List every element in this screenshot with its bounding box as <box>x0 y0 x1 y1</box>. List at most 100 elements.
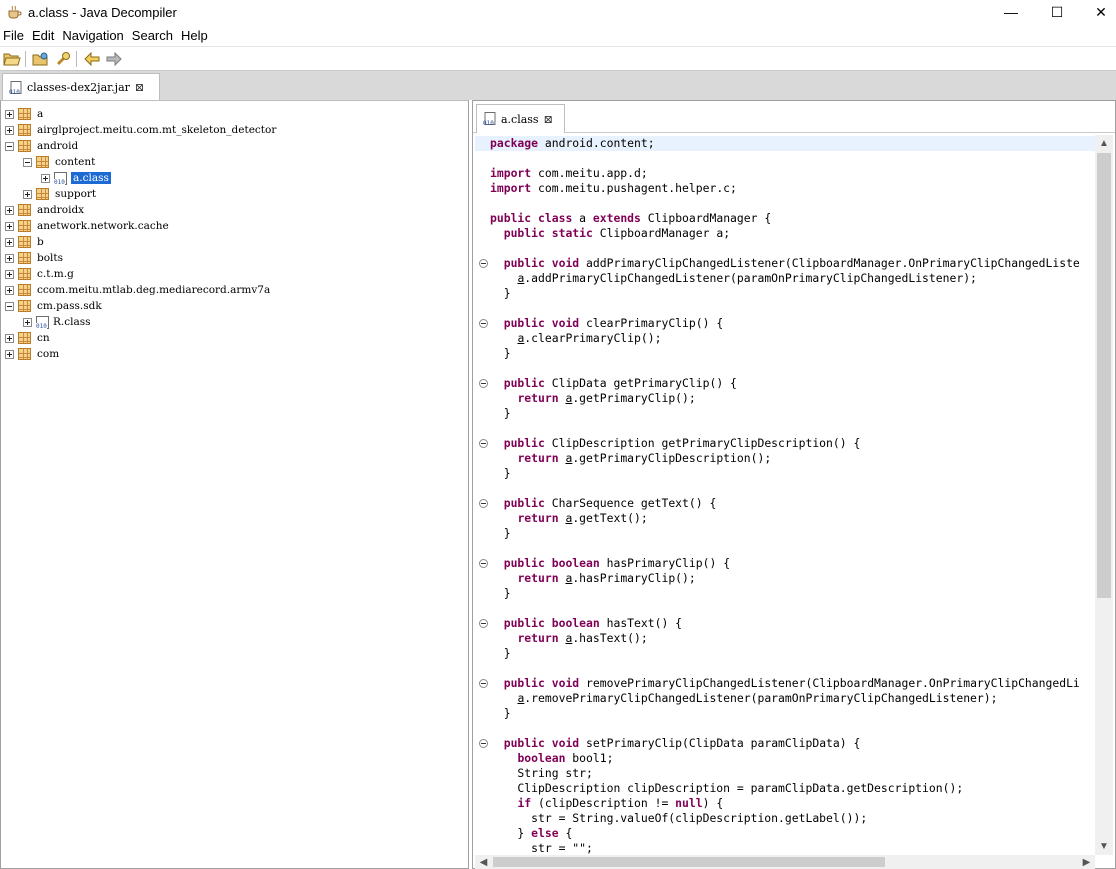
fold-collapse-icon[interactable] <box>479 259 488 268</box>
package-icon <box>18 220 31 232</box>
svg-text:010: 010 <box>483 120 494 126</box>
code-text: } <box>490 646 511 660</box>
tree-package-item[interactable]: b <box>5 234 276 250</box>
vertical-scroll-thumb[interactable] <box>1097 153 1111 598</box>
collapse-icon[interactable] <box>5 301 14 311</box>
horizontal-scroll-thumb[interactable] <box>493 857 885 867</box>
expand-icon[interactable] <box>5 221 14 231</box>
tree-package-item[interactable]: ccom.meitu.mtlab.deg.mediarecord.armv7a <box>5 282 276 298</box>
menu-help[interactable]: Help <box>177 28 212 43</box>
close-tab-icon[interactable]: ⊠ <box>135 81 144 94</box>
code-text: boolean bool1; <box>517 751 614 765</box>
tree-class-item[interactable]: R.class <box>5 314 276 330</box>
fold-collapse-icon[interactable] <box>479 679 488 688</box>
open-type-icon <box>32 52 48 65</box>
code-text: public CharSequence getText() { <box>503 496 717 510</box>
search-button[interactable] <box>53 49 73 69</box>
code-text: return a.hasText(); <box>517 631 648 645</box>
forward-button[interactable] <box>104 49 124 69</box>
fold-collapse-icon[interactable] <box>479 559 488 568</box>
tree-package-item[interactable]: cm.pass.sdk <box>5 298 276 314</box>
tree-class-item[interactable]: a.class <box>5 170 276 186</box>
vertical-scrollbar[interactable]: ▲ ▼ <box>1095 135 1113 855</box>
code-text: return a.getText(); <box>517 511 648 525</box>
expand-icon[interactable] <box>5 285 14 295</box>
tree-item-label: com <box>37 348 60 360</box>
code-line: return a.hasPrimaryClip(); <box>475 571 1095 586</box>
collapse-icon[interactable] <box>5 141 14 151</box>
fold-collapse-icon[interactable] <box>479 499 488 508</box>
expand-icon[interactable] <box>5 205 14 215</box>
open-type-button[interactable] <box>31 49 51 69</box>
tree-package-item[interactable]: com <box>5 346 276 362</box>
fold-collapse-icon[interactable] <box>479 739 488 748</box>
expand-icon[interactable] <box>5 109 14 119</box>
tree-package-item[interactable]: anetwork.network.cache <box>5 218 276 234</box>
package-icon <box>18 204 31 216</box>
collapse-icon[interactable] <box>23 157 32 167</box>
fold-collapse-icon[interactable] <box>479 319 488 328</box>
scroll-left-icon[interactable]: ◀ <box>475 855 492 869</box>
maximize-button[interactable]: ☐ <box>1034 0 1080 24</box>
tree-package-item[interactable]: androidx <box>5 202 276 218</box>
expand-icon[interactable] <box>23 317 32 327</box>
code-line: import com.meitu.app.d; <box>475 166 1095 181</box>
title-bar: a.class - Java Decompiler — ☐ ✕ <box>0 0 1116 24</box>
jar-tab[interactable]: 010 classes-dex2jar.jar ⊠ <box>2 73 160 101</box>
expand-icon[interactable] <box>5 349 14 359</box>
menu-navigation[interactable]: Navigation <box>58 28 127 43</box>
menu-search[interactable]: Search <box>128 28 177 43</box>
code-line: boolean bool1; <box>475 751 1095 766</box>
fold-collapse-icon[interactable] <box>479 439 488 448</box>
horizontal-scrollbar[interactable]: ◀ ▶ <box>475 855 1095 869</box>
tree-package-item[interactable]: airglproject.meitu.com.mt_skeleton_detec… <box>5 122 276 138</box>
back-arrow-icon <box>84 51 100 66</box>
code-text: return a.hasPrimaryClip(); <box>517 571 696 585</box>
class-file-icon: 010 <box>483 112 497 127</box>
fold-collapse-icon[interactable] <box>479 619 488 628</box>
code-line: return a.getPrimaryClip(); <box>475 391 1095 406</box>
class-file-icon <box>36 315 49 330</box>
expand-icon[interactable] <box>5 125 14 135</box>
tree-package-item[interactable]: a <box>5 106 276 122</box>
close-window-button[interactable]: ✕ <box>1078 0 1116 24</box>
code-editor[interactable]: package android.content; import com.meitu… <box>475 135 1095 855</box>
expand-icon[interactable] <box>5 253 14 263</box>
tree-package-item[interactable]: bolts <box>5 250 276 266</box>
scroll-up-icon[interactable]: ▲ <box>1095 135 1113 152</box>
window-title: a.class - Java Decompiler <box>28 4 177 20</box>
menu-bar: File Edit Navigation Search Help <box>0 25 1116 45</box>
expand-icon[interactable] <box>41 173 50 183</box>
expand-icon[interactable] <box>5 269 14 279</box>
scroll-right-icon[interactable]: ▶ <box>1078 855 1095 869</box>
class-file-icon <box>54 171 67 186</box>
open-file-button[interactable] <box>2 49 22 69</box>
scroll-down-icon[interactable]: ▼ <box>1095 838 1113 855</box>
tree-item-label: cn <box>37 332 50 344</box>
package-icon <box>18 108 31 120</box>
tree-item-label: a <box>37 108 44 120</box>
jar-tab-label: classes-dex2jar.jar <box>27 81 130 94</box>
tree-package-item[interactable]: cn <box>5 330 276 346</box>
back-button[interactable] <box>82 49 102 69</box>
tree-package-item[interactable]: c.t.m.g <box>5 266 276 282</box>
tree-package-item[interactable]: support <box>5 186 276 202</box>
code-text: public ClipData getPrimaryClip() { <box>503 376 737 390</box>
expand-icon[interactable] <box>23 189 32 199</box>
code-text: public void setPrimaryClip(ClipData para… <box>503 736 861 750</box>
package-icon <box>18 284 31 296</box>
toolbar <box>0 46 1116 70</box>
tree-package-item[interactable]: content <box>5 154 276 170</box>
expand-icon[interactable] <box>5 237 14 247</box>
expand-icon[interactable] <box>5 333 14 343</box>
close-tab-icon[interactable]: ⊠ <box>544 113 553 126</box>
fold-collapse-icon[interactable] <box>479 379 488 388</box>
minimize-button[interactable]: — <box>988 0 1034 24</box>
code-line: package android.content; <box>475 136 1095 151</box>
editor-tab[interactable]: 010 a.class ⊠ <box>476 104 565 133</box>
code-text: } <box>490 466 511 480</box>
tree-package-item[interactable]: android <box>5 138 276 154</box>
code-text: return a.getPrimaryClipDescription(); <box>517 451 772 465</box>
menu-file[interactable]: File <box>0 28 28 43</box>
menu-edit[interactable]: Edit <box>28 28 58 43</box>
